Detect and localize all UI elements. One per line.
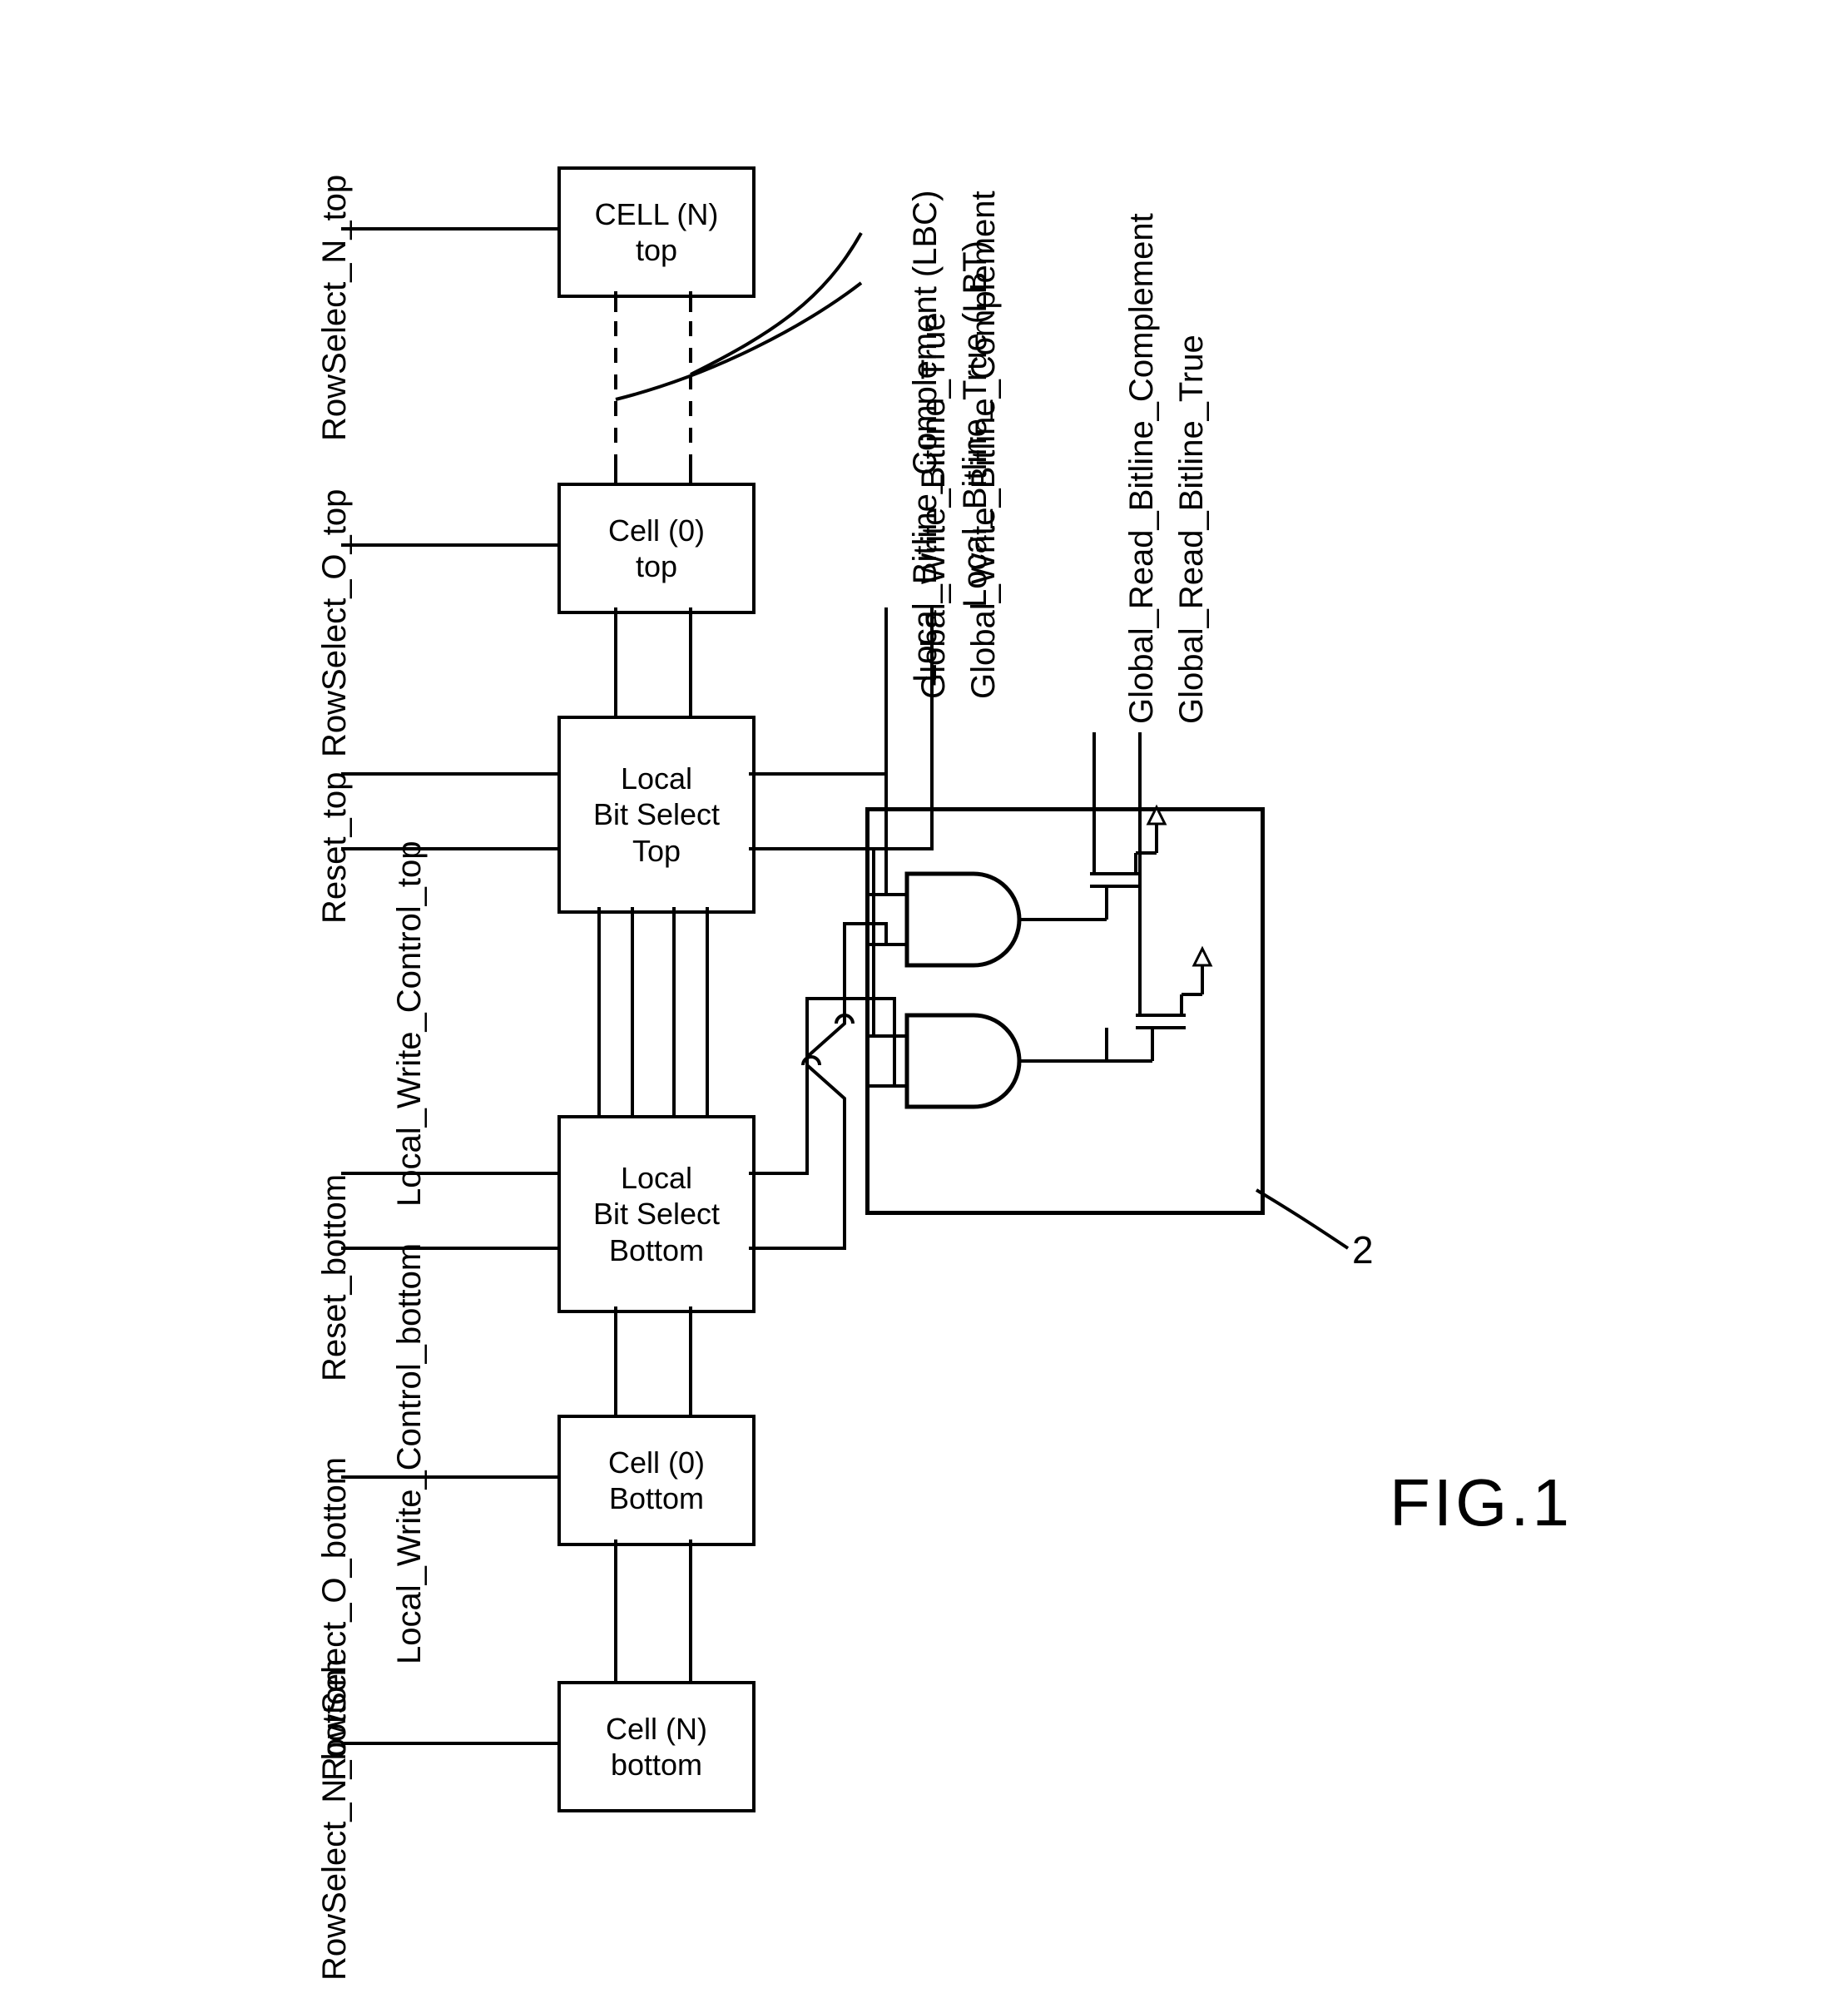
reset-top-label: Reset_top	[316, 772, 354, 924]
reset-bottom-label: Reset_bottom	[316, 1174, 354, 1381]
gwbc-label: Global_Write_Bitline_Complement	[965, 191, 1003, 699]
ref-number-2: 2	[1352, 1227, 1374, 1272]
grbt-label: Global_Read_Bitline_True	[1173, 335, 1211, 724]
lwc-bottom-label: Local_Write_Control_bottom	[391, 1243, 429, 1664]
rowselect-n-top-label: RowSelect_N_top	[316, 175, 354, 441]
lwc-top-label: Local_Write_Control_top	[391, 840, 429, 1207]
rowselect-n-bottom-label: RowSelect_N_bottom	[316, 1658, 354, 1981]
memory-bitline-diagram: CELL (N) top Cell (0) top Local Bit Sele…	[25, 25, 1823, 1983]
gwbt-label: Global_Write_Bitline_True	[915, 312, 953, 699]
grbc-label: Global_Read_Bitline_Complement	[1123, 213, 1161, 724]
figure-label: FIG.1	[1390, 1465, 1573, 1541]
pass-transistor-top-icon	[1090, 732, 1165, 920]
and-gate-bottom-icon	[865, 1015, 1107, 1107]
and-gate-top-icon	[865, 874, 1107, 965]
rowselect-0-top-label: RowSelect_O_top	[316, 489, 354, 757]
pass-transistor-bottom-icon	[1107, 732, 1211, 1061]
